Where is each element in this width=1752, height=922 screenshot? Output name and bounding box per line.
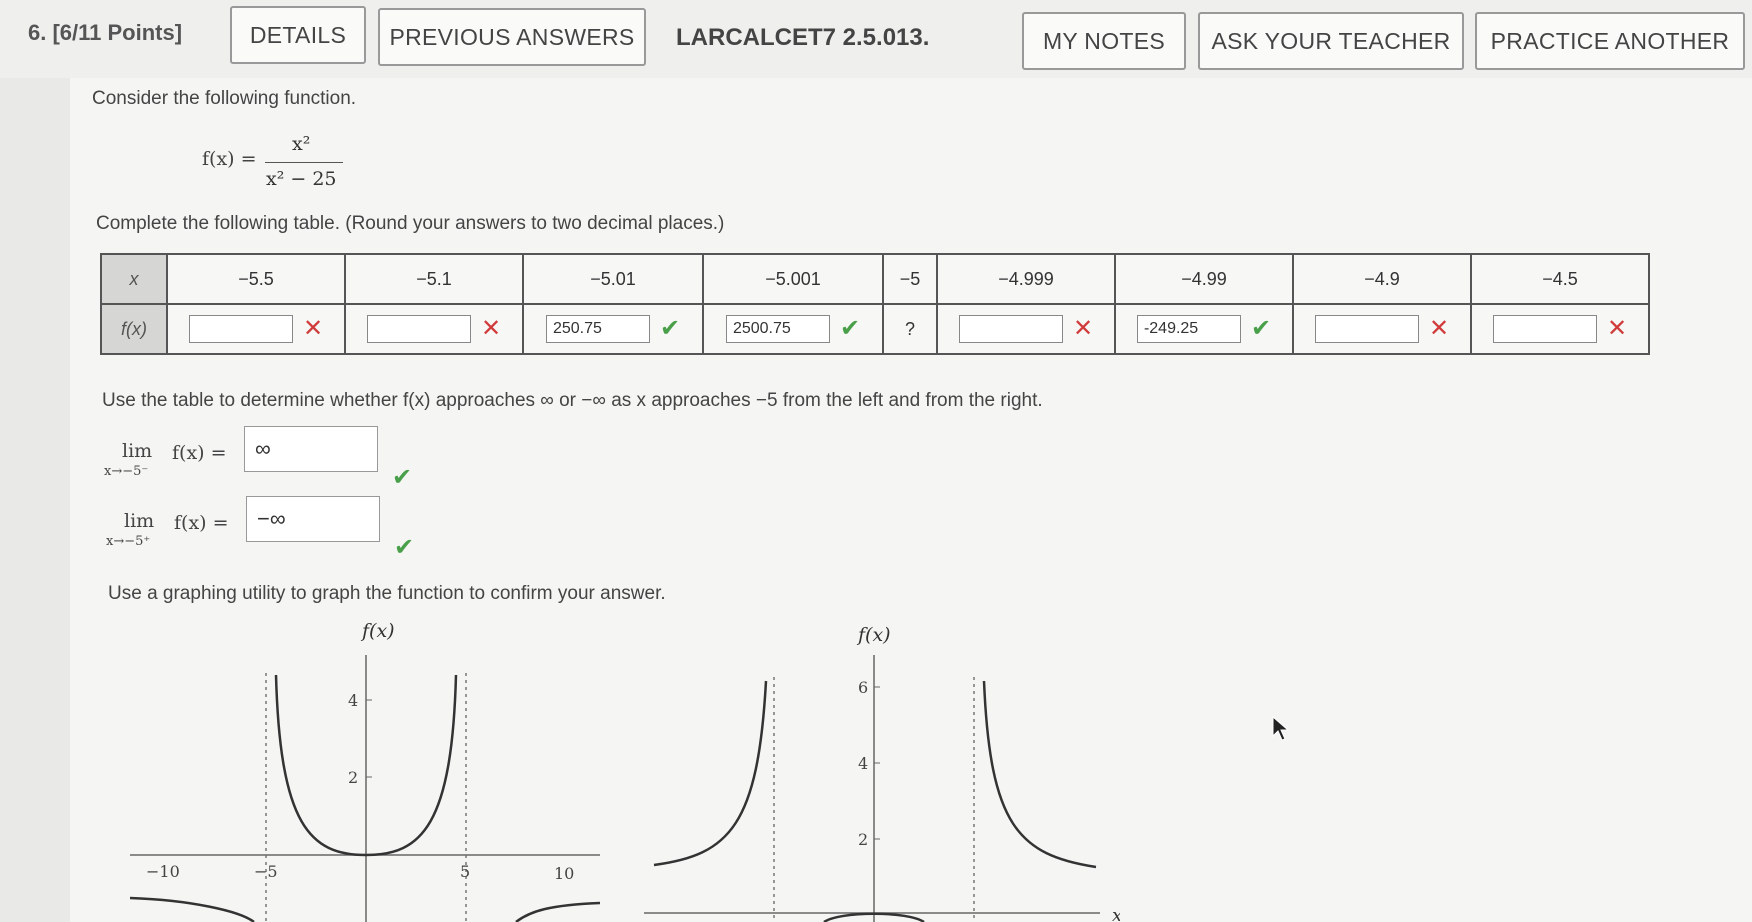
fx-cell: ? [882, 303, 938, 355]
x-tick-label: −10 [146, 862, 180, 881]
fx-cell: 2500.75 ✔ [702, 303, 884, 355]
fx-input[interactable] [188, 315, 293, 343]
limits-instruction: Use the table to determine whether f(x) … [102, 390, 1043, 411]
lim-fx: f(x) = [172, 442, 227, 464]
practice-another-button[interactable]: PRACTICE ANOTHER [1475, 12, 1745, 70]
fx-cell: ✕ [344, 303, 524, 355]
incorrect-icon: ✕ [1072, 315, 1094, 342]
question-number: 6. [6/11 Points] [28, 20, 183, 45]
lim-subscript: x→−5⁻ [104, 464, 149, 479]
graph-option-1[interactable]: f(x) 4 2 −10 −5 5 10 x [130, 615, 600, 922]
x-tick-label: 5 [460, 862, 470, 881]
x-cell: −4.5 [1470, 253, 1650, 305]
correct-icon: ✔ [659, 315, 681, 342]
value-table: x −5.5 −5.1 −5.01 −5.001 −5 −4.999 −4.99… [100, 253, 1650, 355]
x-row: x −5.5 −5.1 −5.01 −5.001 −5 −4.999 −4.99… [100, 253, 1650, 305]
graph-y-title: f(x) [360, 620, 395, 642]
curve-right [982, 680, 1097, 869]
question-header: 6. [6/11 Points] DETAILS PREVIOUS ANSWER… [0, 0, 1752, 78]
x-cell: −4.99 [1114, 253, 1294, 305]
graph-y-title: f(x) [856, 624, 891, 646]
x-tick-label: 10 [554, 864, 574, 883]
fx-row: f(x) ✕ ✕ 250.75 ✔ 2500.75 ✔ ? ✕ -249.25 ✔ ✕… [100, 303, 1650, 355]
numerator: x² [292, 133, 311, 155]
correct-icon: ✔ [392, 464, 413, 491]
fx-cell: 250.75 ✔ [522, 303, 704, 355]
x-cell: −5.5 [166, 253, 346, 305]
fx-input[interactable] [958, 315, 1063, 343]
fx-input[interactable]: 2500.75 [725, 315, 830, 343]
correct-icon: ✔ [1250, 315, 1272, 342]
fraction-bar [265, 162, 343, 163]
fx-input[interactable]: -249.25 [1136, 315, 1241, 343]
x-cell: −5.001 [702, 253, 884, 305]
x-cell: −4.999 [936, 253, 1116, 305]
curve-left [653, 680, 768, 867]
fx-input[interactable] [1314, 315, 1419, 343]
lim-subscript: x→−5⁺ [106, 534, 151, 549]
lim-fx: f(x) = [174, 512, 229, 534]
lim-label: lim [122, 440, 153, 462]
graph-instruction: Use a graphing utility to graph the func… [108, 583, 666, 604]
mouse-cursor-icon [1272, 716, 1290, 741]
my-notes-button[interactable]: MY NOTES [1022, 12, 1186, 70]
fx-cell: ✕ [166, 303, 346, 355]
x-cell: −5 [882, 253, 938, 305]
function-lhs: f(x) = [202, 148, 257, 170]
left-limit-input[interactable]: ∞ [244, 426, 378, 472]
fx-cell: -249.25 ✔ [1114, 303, 1294, 355]
y-tick-label: 6 [858, 678, 868, 697]
x-cell: −4.9 [1292, 253, 1472, 305]
fx-input[interactable] [1492, 315, 1597, 343]
course-code: LARCALCET7 2.5.013. [676, 24, 930, 51]
correct-icon: ✔ [839, 315, 861, 342]
incorrect-icon: ✕ [480, 315, 502, 342]
correct-icon: ✔ [394, 534, 415, 561]
y-tick-label: 4 [858, 754, 868, 773]
fx-input[interactable]: 250.75 [545, 315, 650, 343]
table-instruction: Complete the following table. (Round you… [96, 213, 725, 234]
graph-option-2[interactable]: f(x) 6 4 2 x [640, 615, 1120, 922]
right-limit-input[interactable]: −∞ [246, 496, 380, 542]
fx-cell: ✕ [936, 303, 1116, 355]
fx-cell: ✕ [1470, 303, 1650, 355]
y-tick-label: 2 [348, 768, 358, 787]
curve-right [515, 901, 600, 922]
previous-answers-button[interactable]: PREVIOUS ANSWERS [378, 8, 646, 66]
details-button[interactable]: DETAILS [230, 6, 366, 64]
x-tick-label: −5 [254, 862, 278, 881]
ask-teacher-button[interactable]: ASK YOUR TEACHER [1198, 12, 1464, 70]
incorrect-icon: ✕ [1606, 315, 1628, 342]
fx-header: f(x) [100, 303, 168, 355]
incorrect-icon: ✕ [1428, 315, 1450, 342]
denominator: x² − 25 [266, 168, 337, 190]
fx-cell: ✕ [1292, 303, 1472, 355]
y-tick-label: 4 [348, 691, 358, 710]
x-header: x [100, 253, 168, 305]
intro-text: Consider the following function. [92, 88, 357, 109]
fx-input[interactable] [366, 315, 471, 343]
lim-label: lim [124, 510, 155, 532]
x-axis-title: x [1112, 905, 1120, 922]
x-cell: −5.1 [344, 253, 524, 305]
curve-left [130, 896, 255, 922]
incorrect-icon: ✕ [302, 315, 324, 342]
x-cell: −5.01 [522, 253, 704, 305]
y-tick-label: 2 [858, 830, 868, 849]
